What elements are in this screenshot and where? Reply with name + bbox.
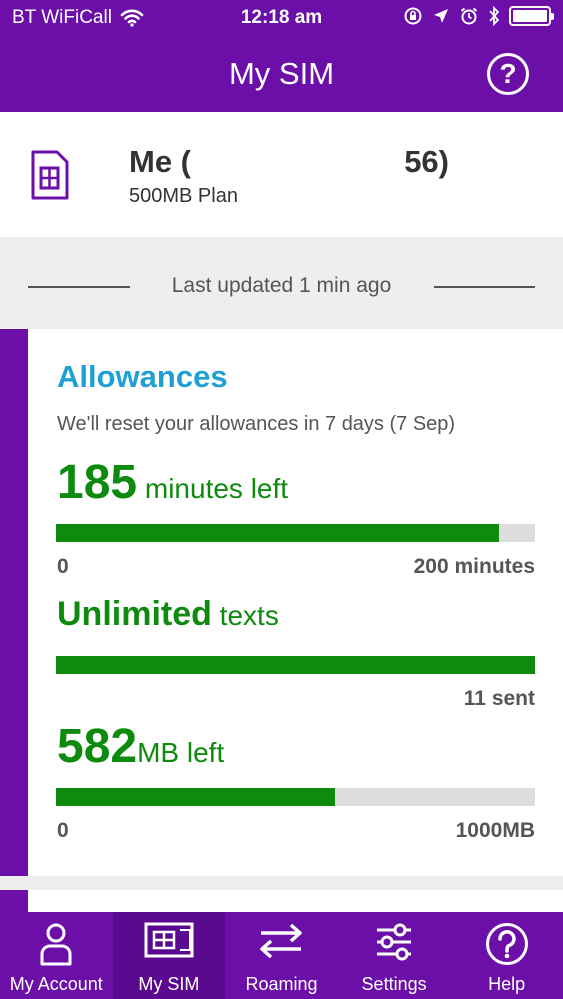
arrows-icon [260, 923, 303, 958]
sim-name: Me ( 56) [129, 144, 449, 180]
minutes-unit: minutes left [137, 473, 289, 504]
texts-unit: texts [211, 600, 279, 631]
tab-label: My Account [9, 974, 103, 994]
top-bar: BT WiFiCall 12:18 am My SIM ? [0, 0, 563, 112]
texts-progress-bar [56, 656, 535, 674]
minutes-progress-fill [56, 524, 500, 542]
data-unit: MB left [137, 737, 225, 768]
sim-icon [144, 922, 194, 958]
texts-sent-label: 11 sent [463, 687, 535, 710]
sim-plan: 500MB Plan [129, 185, 238, 207]
tab-help[interactable]: Help [450, 912, 563, 999]
tab-label: Roaming [245, 974, 318, 994]
bluetooth-icon [489, 6, 500, 26]
data-max-label: 1000MB [455, 819, 535, 842]
last-updated-row: Last updated 1 min ago [0, 237, 563, 329]
minutes-progress-bar [56, 524, 535, 542]
tab-label: Settings [361, 974, 427, 994]
accent-bar [0, 329, 28, 912]
minutes-value: 185 [57, 456, 138, 509]
tab-label: My SIM [138, 974, 200, 994]
next-card [28, 890, 563, 912]
person-icon [40, 923, 72, 966]
reset-notice: We'll reset your allowances in 7 days (7… [57, 413, 456, 435]
tab-settings[interactable]: Settings [338, 912, 451, 999]
data-min-label: 0 [57, 819, 69, 842]
texts-left: Unlimited texts [57, 595, 279, 634]
allowances-title: Allowances [57, 359, 228, 394]
texts-progress-fill [56, 656, 535, 674]
minutes-left: 185 minutes left [57, 455, 288, 510]
status-icons [403, 6, 554, 26]
data-progress-bar [56, 788, 535, 806]
data-progress-fill [56, 788, 335, 806]
help-icon: ? [499, 58, 517, 89]
rotation-lock-icon [404, 7, 422, 25]
sim-name-suffix: 56) [404, 144, 449, 179]
sim-name-prefix: Me ( [129, 144, 191, 179]
tab-my-account[interactable]: My Account [0, 912, 113, 999]
minutes-max-label: 200 minutes [413, 555, 535, 578]
alarm-icon [460, 7, 478, 25]
sliders-icon [377, 923, 412, 961]
status-bar: BT WiFiCall 12:18 am [0, 0, 563, 36]
page-title: My SIM [228, 56, 335, 91]
divider-right [434, 286, 535, 288]
tab-my-sim[interactable]: My SIM [112, 912, 226, 999]
minutes-min-label: 0 [57, 555, 69, 578]
sim-card-icon [31, 150, 69, 200]
battery-icon [509, 6, 554, 26]
data-value: 582 [57, 720, 138, 773]
section-divider [0, 876, 563, 890]
data-left: 582MB left [57, 719, 224, 774]
texts-value: Unlimited [57, 595, 212, 633]
tab-bar: My Account My SIM Roaming Settings Help [0, 912, 563, 999]
tab-label: Help [488, 974, 526, 994]
help-icon [485, 923, 528, 965]
sim-card[interactable]: Me ( 56) 500MB Plan [0, 112, 563, 237]
location-icon [434, 9, 448, 23]
help-button[interactable]: ? [487, 53, 529, 95]
allowances-card: Allowances We'll reset your allowances i… [28, 329, 563, 876]
tab-roaming[interactable]: Roaming [225, 912, 338, 999]
